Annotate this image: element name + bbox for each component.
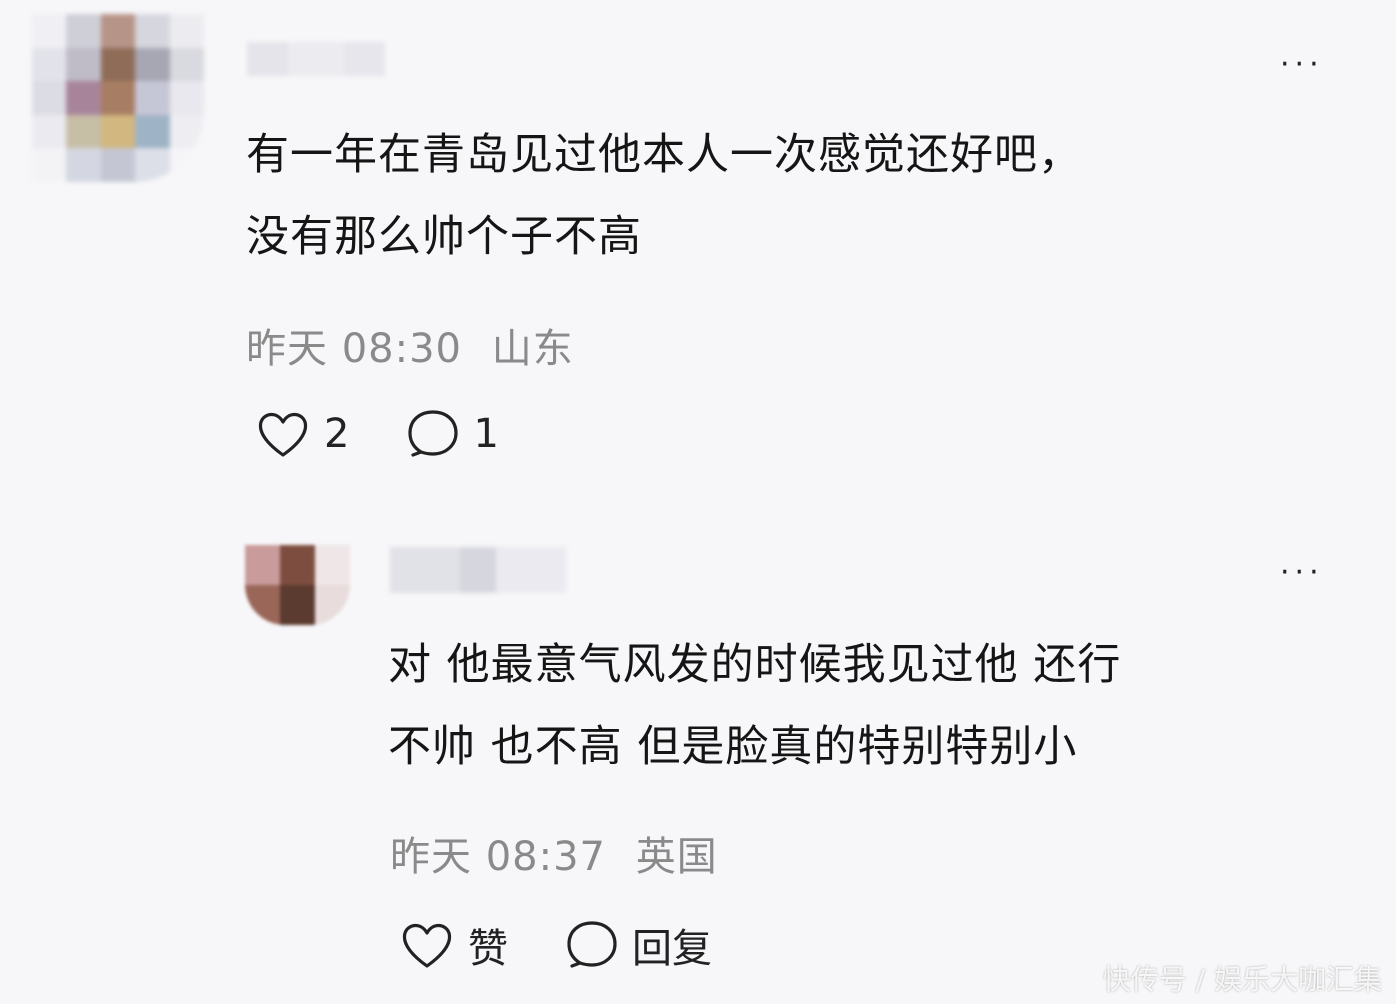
comment-text: 有一年在青岛见过他本人一次感觉还好吧， 没有那么帅个子不高 xyxy=(246,114,1082,278)
more-dots-icon[interactable]: ··· xyxy=(1280,558,1324,588)
comment-time: 昨天 08:37 xyxy=(390,834,606,880)
username-blurred[interactable] xyxy=(390,547,566,593)
like-count: 2 xyxy=(324,411,350,457)
like-button[interactable]: 2 xyxy=(256,409,349,459)
comment-text-line: 有一年在青岛见过他本人一次感觉还好吧， xyxy=(246,130,1082,180)
comment-text-line: 没有那么帅个子不高 xyxy=(246,212,642,262)
comment-actions: 2 1 xyxy=(256,408,499,460)
reply-label: 回复 xyxy=(632,926,712,972)
comment-meta: 昨天 08:37 英国 xyxy=(390,824,718,882)
comment-bubble-icon xyxy=(567,921,617,968)
username-blurred[interactable] xyxy=(247,42,385,76)
avatar[interactable] xyxy=(245,545,350,625)
comment-text: 对 他最意气风发的时候我见过他 还行 不帅 也不高 但是脸真的特别特别小 xyxy=(388,624,1121,788)
like-label: 赞 xyxy=(468,926,508,972)
heart-icon xyxy=(402,923,452,968)
comment-location: 山东 xyxy=(491,326,574,372)
reply-count: 1 xyxy=(473,411,499,457)
comment-text-line: 对 他最意气风发的时候我见过他 还行 xyxy=(388,640,1122,690)
comment-meta: 昨天 08:30 山东 xyxy=(246,316,574,374)
comment-text-line: 不帅 也不高 但是脸真的特别特别小 xyxy=(388,722,1078,772)
avatar[interactable] xyxy=(32,14,204,182)
comment-item: ··· 有一年在青岛见过他本人一次感觉还好吧， 没有那么帅个子不高 昨天 08:… xyxy=(0,0,1396,480)
comment-time: 昨天 08:30 xyxy=(246,326,462,372)
comment-location: 英国 xyxy=(635,834,718,880)
heart-icon xyxy=(258,412,308,457)
reply-button[interactable]: 1 xyxy=(407,408,499,460)
watermark: 快传号 / 娱乐大咖汇集 xyxy=(1102,963,1382,996)
comment-bubble-icon xyxy=(408,410,459,457)
reply-button[interactable]: 回复 xyxy=(566,916,712,974)
more-dots-icon[interactable]: ··· xyxy=(1280,50,1324,80)
like-button[interactable]: 赞 xyxy=(400,916,508,974)
comment-actions: 赞 回复 xyxy=(400,916,712,974)
